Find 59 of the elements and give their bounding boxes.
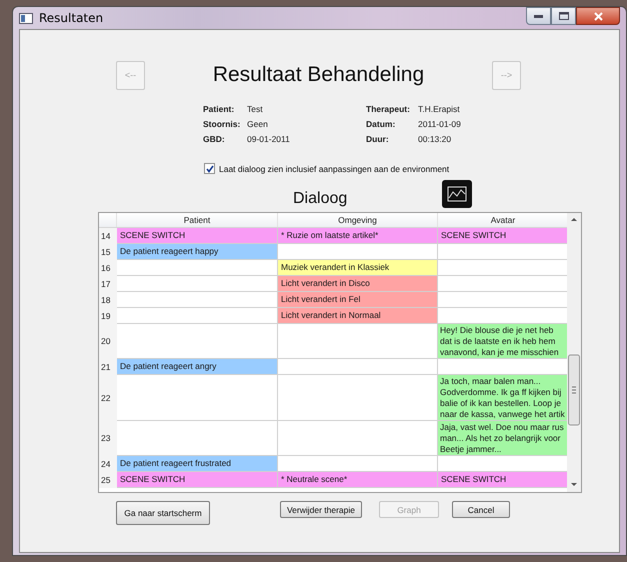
field-value: 09-01-2011 bbox=[247, 133, 291, 146]
row-number: 18 bbox=[99, 292, 117, 308]
table-cell: De patient reageert happy bbox=[117, 244, 278, 260]
table-cell: Licht verandert in Normaal bbox=[278, 308, 438, 324]
window-title: Resultaten bbox=[39, 11, 104, 25]
table-cell: * Neutrale scene* bbox=[278, 472, 438, 488]
page-title: Resultaat Behandeling bbox=[212, 63, 426, 87]
scrollbar[interactable] bbox=[567, 213, 581, 492]
field-value: Geen bbox=[247, 118, 269, 131]
app-icon bbox=[19, 12, 33, 24]
field-value: 00:13:20 bbox=[418, 133, 452, 146]
field-value: 2011-01-09 bbox=[418, 118, 462, 131]
row-number: 22 bbox=[99, 375, 117, 421]
action-button[interactable]: Ga naar startscherm bbox=[116, 501, 210, 525]
close-icon bbox=[594, 12, 602, 20]
field-label: Patient: bbox=[203, 103, 236, 116]
checkbox-label: Laat dialoog zien inclusief aanpassingen aan de environment bbox=[219, 164, 450, 174]
column-header[interactable]: Omgeving bbox=[278, 213, 438, 227]
row-number: 14 bbox=[99, 228, 117, 244]
row-number: 17 bbox=[99, 276, 117, 292]
close-button[interactable] bbox=[576, 7, 620, 25]
table-cell: SCENE SWITCH bbox=[438, 228, 567, 244]
row-number: 16 bbox=[99, 260, 117, 276]
table-cell: De patient reageert angry bbox=[117, 359, 278, 375]
table-cell: De patient reageert frustrated bbox=[117, 456, 278, 472]
row-number: 20 bbox=[99, 324, 117, 359]
column-header[interactable]: Patient bbox=[117, 213, 278, 227]
field-value: T.H.Erapist bbox=[418, 103, 461, 116]
field-label: Duur: bbox=[366, 133, 390, 146]
row-number: 23 bbox=[99, 421, 117, 456]
table-cell: * Ruzie om laatste artikel* bbox=[278, 228, 438, 244]
table-cell: Licht verandert in Disco bbox=[278, 276, 438, 292]
table-cell: SCENE SWITCH bbox=[438, 472, 567, 488]
table-cell: Ja toch, maar balen man... Godverdomme. Ik ga ff kijken bij balie of ik kan bestellen. Loop je naar de kassa, vanwege het artik bbox=[438, 375, 567, 421]
maximize-icon bbox=[558, 12, 568, 20]
table-cell: Hey! Die blouse die je net heb dat is de laatste en ik heb hem vanavond, kan je me misschien bbox=[438, 324, 567, 359]
table-cell: Muziek verandert in Klassiek bbox=[278, 260, 438, 276]
checkbox[interactable] bbox=[204, 163, 215, 174]
row-number: 19 bbox=[99, 308, 117, 324]
row-number: 25 bbox=[99, 472, 117, 488]
table-cell: SCENE SWITCH bbox=[117, 228, 278, 244]
field-value: Test bbox=[247, 103, 264, 116]
section-title: Dialoog bbox=[293, 190, 348, 208]
minimize-icon bbox=[534, 14, 543, 18]
row-number: 24 bbox=[99, 456, 117, 472]
field-label: Stoornis: bbox=[203, 118, 242, 131]
action-button[interactable]: Cancel bbox=[452, 501, 510, 518]
field-label: Datum: bbox=[366, 118, 396, 131]
maximize-button[interactable] bbox=[551, 7, 576, 25]
chart-icon[interactable] bbox=[442, 180, 472, 208]
table-cell: SCENE SWITCH bbox=[117, 472, 278, 488]
field-label: Therapeut: bbox=[366, 103, 411, 116]
table-cell: Licht verandert in Fel bbox=[278, 292, 438, 308]
field-label: GBD: bbox=[203, 133, 226, 146]
minimize-button[interactable] bbox=[526, 7, 551, 25]
action-button[interactable]: Verwijder therapie bbox=[280, 501, 362, 518]
table-cell: Jaja, vast wel. Doe nou maar rus man... Als het zo belangrijk voor Beetje jammer... bbox=[438, 421, 567, 456]
row-number: 21 bbox=[99, 359, 117, 375]
row-number: 15 bbox=[99, 244, 117, 260]
